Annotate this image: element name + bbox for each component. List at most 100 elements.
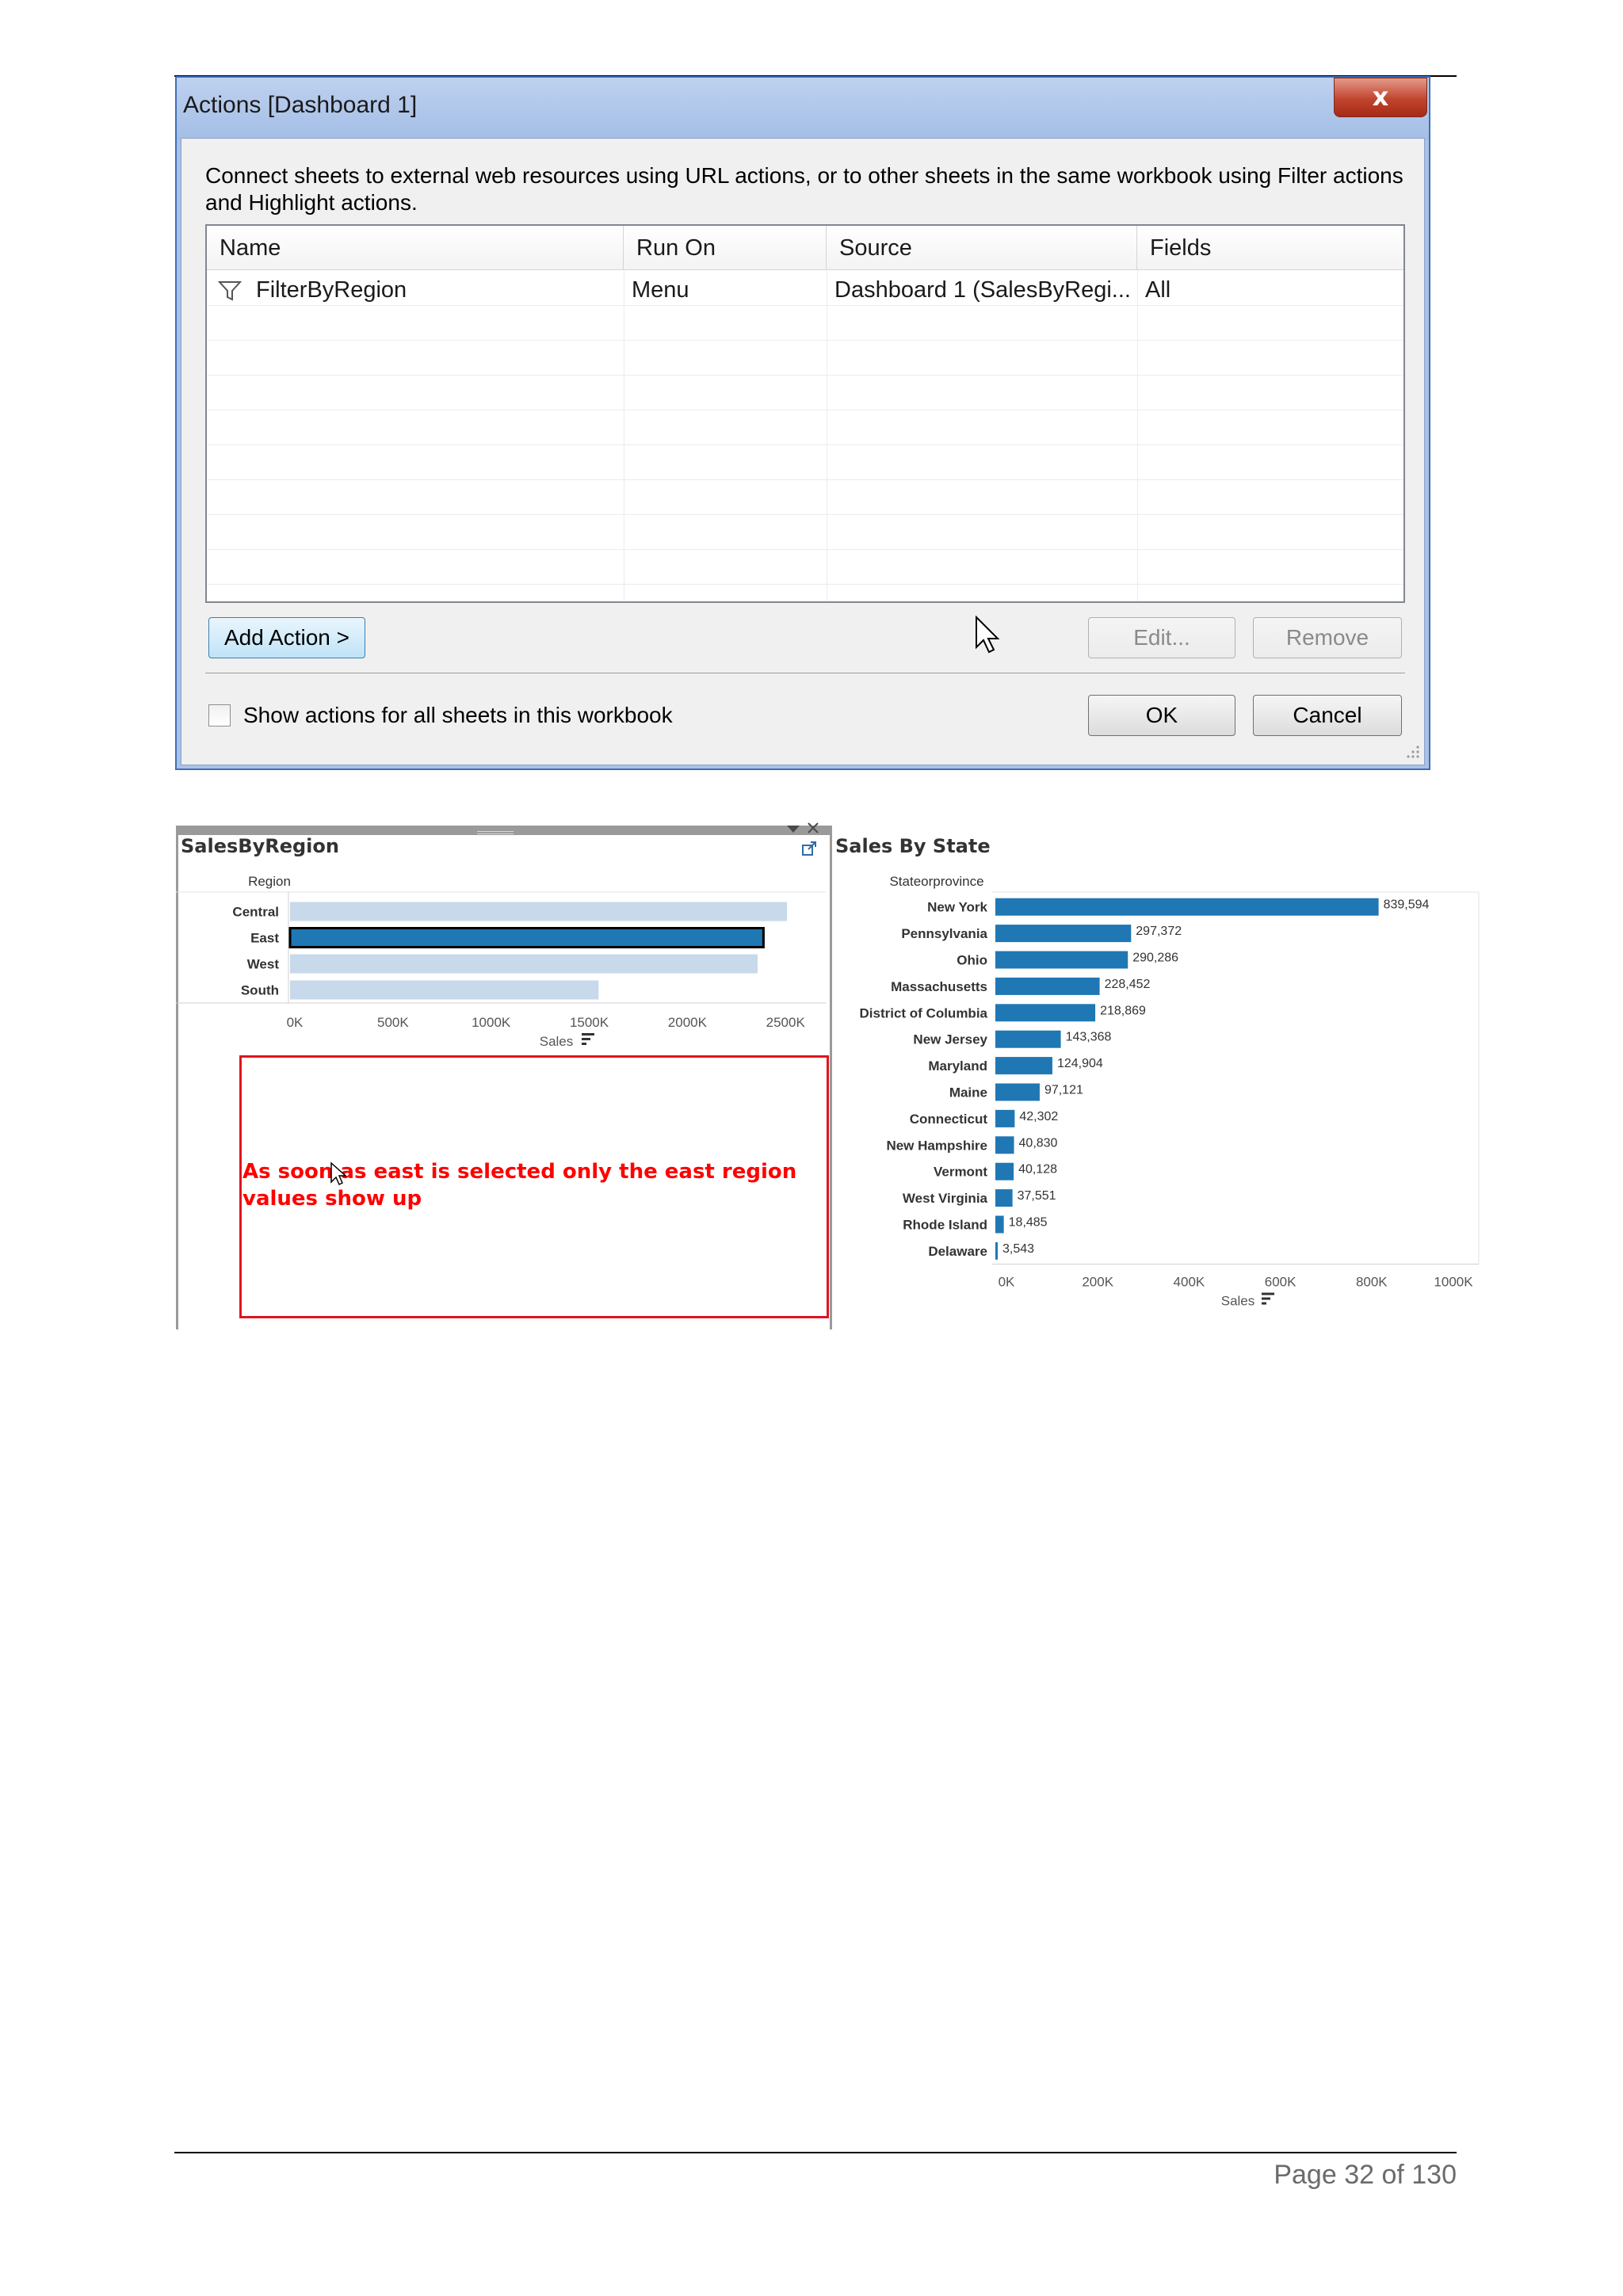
- bar: [995, 1162, 1014, 1180]
- category-label: Pennsylvania: [901, 926, 987, 941]
- close-sheet-icon[interactable]: [805, 821, 821, 835]
- data-label: 42,302: [1019, 1110, 1058, 1123]
- bar: [290, 980, 599, 1000]
- category-label: Ohio: [957, 953, 987, 968]
- cancel-button[interactable]: Cancel: [1253, 695, 1402, 736]
- bar: [995, 1109, 1015, 1127]
- x-axis-label: Sales: [1221, 1294, 1255, 1309]
- show-all-checkbox[interactable]: [208, 704, 231, 727]
- bar: [995, 1030, 1061, 1048]
- bar: [995, 951, 1128, 969]
- bar: [288, 927, 765, 948]
- bar: [995, 925, 1132, 943]
- close-button[interactable]: x: [1334, 78, 1427, 117]
- row-divider: [207, 584, 1403, 585]
- data-label: 3,543: [1002, 1242, 1034, 1256]
- annotation-text: As soon as east is selected only the eas…: [242, 1160, 797, 1211]
- category-label: Rhode Island: [903, 1218, 987, 1233]
- tick-label: 1500K: [570, 1015, 609, 1030]
- dialog-description: Connect sheets to external web resources…: [205, 163, 1403, 215]
- cell-run-on: Menu: [632, 277, 689, 303]
- page-number: Page 32 of 130: [1274, 2160, 1457, 2190]
- tick-label: 400K: [1174, 1275, 1205, 1290]
- data-label: 839,594: [1384, 898, 1430, 912]
- category-label: Connecticut: [910, 1112, 988, 1127]
- column-header-source[interactable]: Source: [827, 226, 1137, 270]
- category-label: Delaware: [928, 1244, 987, 1259]
- data-label: 40,128: [1018, 1163, 1057, 1177]
- bar: [995, 898, 1379, 916]
- category-label: Maryland: [928, 1058, 987, 1074]
- ok-button[interactable]: OK: [1088, 695, 1235, 736]
- tick-label: 200K: [1082, 1275, 1113, 1290]
- add-action-button[interactable]: Add Action >: [208, 617, 365, 658]
- bar: [995, 1083, 1040, 1101]
- data-label: 124,904: [1057, 1057, 1103, 1070]
- category-label: East: [250, 931, 279, 946]
- column-divider: [1137, 270, 1138, 601]
- actions-dialog: Actions [Dashboard 1] x Connect sheets t…: [175, 76, 1430, 770]
- category-label: Maine: [949, 1085, 987, 1100]
- data-label: 40,830: [1019, 1136, 1058, 1150]
- data-label: 18,485: [1009, 1216, 1048, 1230]
- tick-label: 1000K: [1434, 1275, 1473, 1290]
- dialog-title: Actions [Dashboard 1]: [183, 92, 418, 118]
- data-label: 297,372: [1136, 925, 1182, 938]
- column-header-name[interactable]: Name: [207, 226, 624, 270]
- bar: [290, 954, 758, 974]
- table-row[interactable]: FilterByRegion Menu Dashboard 1 (SalesBy…: [207, 270, 1403, 305]
- remove-button[interactable]: Remove: [1253, 617, 1402, 658]
- tick-label: 1000K: [472, 1015, 511, 1030]
- data-label: 37,551: [1018, 1189, 1056, 1203]
- column-header-run-on[interactable]: Run On: [624, 226, 827, 270]
- sort-icon: [1262, 1292, 1274, 1305]
- bar: [995, 1215, 1004, 1234]
- dialog-titlebar[interactable]: Actions [Dashboard 1] x: [177, 78, 1429, 139]
- data-label: 290,286: [1132, 952, 1178, 965]
- category-label: Vermont: [934, 1165, 987, 1180]
- category-label: West Virginia: [903, 1191, 988, 1206]
- region-chart: Region Central East West South 0K 500K 1000K 150…: [176, 874, 826, 1049]
- category-label: Central: [232, 905, 279, 920]
- state-sheet-title: Sales By State: [835, 835, 991, 857]
- row-divider: [207, 444, 1403, 445]
- tick-label: 0K: [999, 1275, 1015, 1290]
- tick-label: 500K: [377, 1015, 409, 1030]
- edit-button[interactable]: Edit...: [1088, 617, 1235, 658]
- mouse-cursor-icon: [974, 615, 1001, 655]
- row-header: Region: [248, 874, 291, 889]
- tick-label: 0K: [287, 1015, 304, 1030]
- drag-handle-icon[interactable]: [475, 824, 515, 834]
- bar: [995, 1136, 1014, 1154]
- category-label: South: [241, 983, 279, 998]
- bar: [995, 1057, 1052, 1075]
- row-divider: [207, 375, 1403, 376]
- region-sheet-title: SalesByRegion: [181, 835, 339, 857]
- bar: [995, 1004, 1096, 1022]
- data-label: 143,368: [1066, 1031, 1112, 1044]
- dropdown-arrow-icon[interactable]: [785, 822, 802, 833]
- open-external-icon[interactable]: [800, 840, 818, 857]
- tick-label: 800K: [1356, 1275, 1388, 1290]
- row-divider: [207, 514, 1403, 515]
- bar: [995, 1189, 1013, 1207]
- dialog-body: Connect sheets to external web resources…: [181, 138, 1425, 765]
- cell-source: Dashboard 1 (SalesByRegi...: [834, 277, 1131, 303]
- bar: [995, 1241, 998, 1260]
- category-label: New Hampshire: [886, 1138, 987, 1153]
- cell-name: FilterByRegion: [256, 277, 407, 303]
- row-header: Stateorprovince: [889, 874, 983, 889]
- row-divider: [207, 549, 1403, 550]
- row-divider: [207, 305, 1403, 306]
- data-label: 228,452: [1105, 978, 1151, 991]
- resize-grip-icon[interactable]: [1402, 741, 1421, 760]
- category-label: West: [247, 957, 280, 972]
- category-label: District of Columbia: [859, 1005, 987, 1020]
- show-all-label[interactable]: Show actions for all sheets in this work…: [243, 703, 673, 728]
- sort-icon: [582, 1033, 594, 1045]
- footer-rule: [174, 2152, 1457, 2153]
- category-label: Massachusetts: [891, 979, 987, 994]
- column-header-fields[interactable]: Fields: [1137, 226, 1403, 270]
- category-label: New York: [927, 900, 987, 915]
- data-label: 97,121: [1044, 1084, 1083, 1097]
